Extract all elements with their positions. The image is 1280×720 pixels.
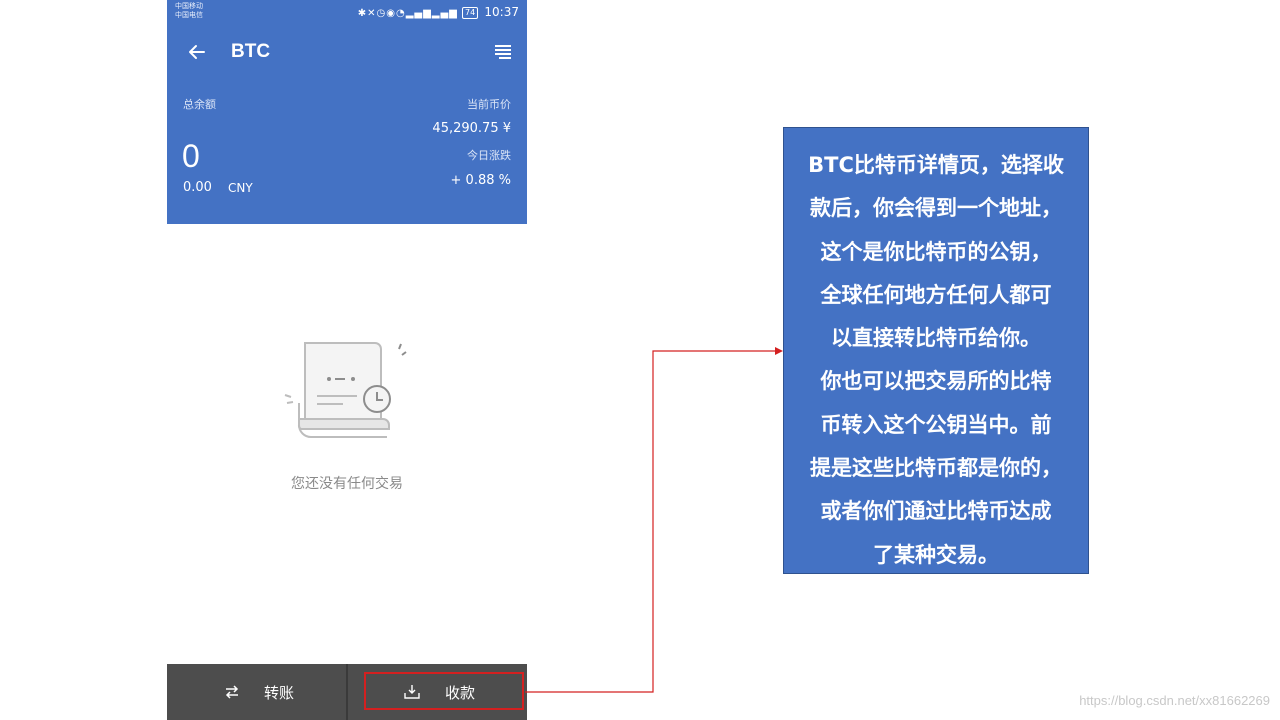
daily-change-label: 今日涨跌	[467, 149, 511, 162]
note-line: 了某种交易。	[873, 542, 999, 567]
note-line: BTC比特币详情页，选择收	[808, 153, 1064, 177]
clock: 10:37	[484, 5, 519, 19]
annotation-note: BTC比特币详情页，选择收 款后，你会得到一个地址， 这个是你比特币的公钥， 全…	[783, 127, 1089, 574]
alarm-icon: ◷	[376, 8, 387, 19]
transfer-button[interactable]: 转账	[167, 664, 346, 720]
back-button[interactable]	[185, 40, 209, 64]
carrier-info: 中国移动 中国电信	[175, 2, 203, 20]
watermark: https://blog.csdn.net/xx81662269	[1079, 693, 1270, 708]
menu-button[interactable]	[493, 42, 513, 62]
phone-screen: 中国移动 中国电信 ✱✕◷◉◔▂▄▆▂▄▆ 74 10:37 BTC 总余额 当…	[167, 0, 527, 720]
arrow-left-icon	[189, 45, 205, 59]
note-line: 全球任何地方任何人都可	[820, 282, 1052, 307]
signal-icon: ▂▄▆	[405, 8, 432, 19]
note-line: 提是这些比特币都是你的，	[810, 456, 1062, 481]
empty-state-text: 您还没有任何交易	[291, 476, 403, 492]
balance-amount: 0	[182, 138, 200, 174]
daily-change: + 0.88 %	[450, 173, 511, 188]
currency-unit: CNY	[228, 181, 253, 195]
list-icon	[495, 45, 511, 59]
note-line: 这个是你比特币的公钥，	[820, 239, 1052, 264]
empty-receipt-icon	[277, 335, 417, 445]
signal-2-icon: ▂▄▆	[431, 8, 458, 19]
battery-icon: 74	[462, 7, 479, 19]
status-bar: 中国移动 中国电信 ✱✕◷◉◔▂▄▆▂▄▆ 74 10:37	[167, 0, 527, 24]
transfer-label: 转账	[264, 684, 295, 702]
swap-arrows-icon	[225, 685, 239, 699]
bluetooth-icon: ✱	[357, 8, 368, 19]
receive-highlight-box	[364, 672, 524, 710]
note-line: 或者你们通过比特币达成	[820, 499, 1052, 524]
page-title: BTC	[231, 41, 271, 62]
balance-cny: 0.00	[183, 180, 212, 195]
status-icons: ✱✕◷◉◔▂▄▆▂▄▆ 74 10:37	[358, 5, 519, 19]
note-line: 以直接转比特币给你。	[831, 326, 1041, 351]
wifi-icon: ◔	[395, 8, 406, 19]
carrier-1: 中国移动	[175, 2, 203, 10]
eye-icon: ◉	[386, 8, 396, 19]
carrier-2: 中国电信	[175, 11, 203, 19]
current-price-label: 当前币价	[467, 98, 511, 111]
current-price: 45,290.75 ¥	[432, 121, 511, 136]
note-line: 款后，你会得到一个地址，	[810, 196, 1062, 221]
coin-header: 中国移动 中国电信 ✱✕◷◉◔▂▄▆▂▄▆ 74 10:37 BTC 总余额 当…	[167, 0, 527, 224]
total-balance-label: 总余额	[183, 98, 216, 111]
note-line: 你也可以把交易所的比特	[820, 369, 1052, 394]
note-line: 币转入这个公钥当中。前	[820, 412, 1052, 437]
